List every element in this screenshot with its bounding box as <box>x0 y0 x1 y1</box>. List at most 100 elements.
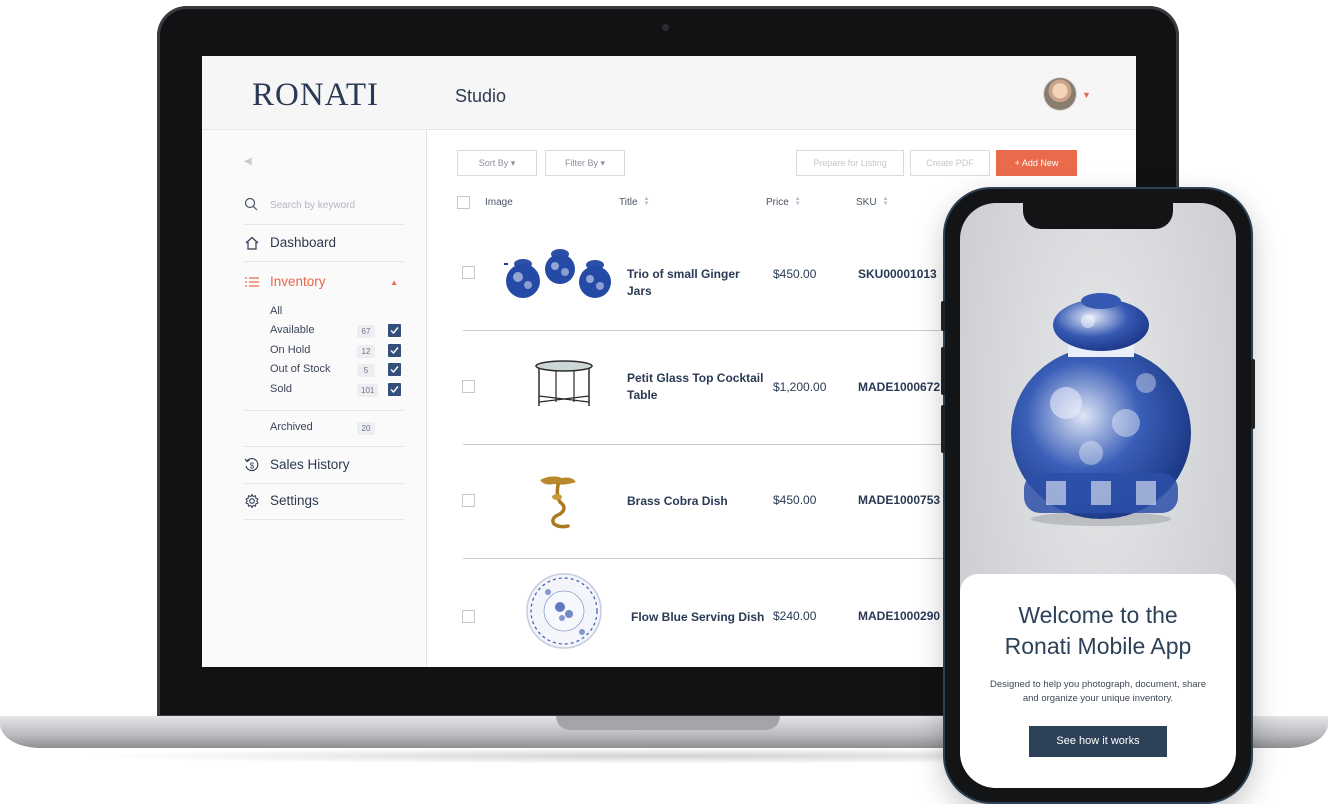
welcome-title-line2: Ronati Mobile App <box>1004 633 1192 659</box>
gear-icon <box>245 493 259 509</box>
filter-archived[interactable]: Archived 20 <box>270 421 410 439</box>
filter-checkbox[interactable] <box>388 363 401 376</box>
svg-text:$: $ <box>250 462 255 471</box>
sort-by-label: Sort By <box>478 158 509 168</box>
filter-by-button[interactable]: Filter By ▾ <box>545 150 625 176</box>
row-checkbox[interactable] <box>462 610 475 623</box>
column-price-label: Price <box>766 197 789 208</box>
item-price: $450.00 <box>773 267 817 281</box>
checkmark-icon <box>390 386 399 394</box>
add-new-button[interactable]: + Add New <box>996 150 1077 176</box>
item-sku: SKU00001013 <box>858 267 937 281</box>
sidebar-item-label: Sales History <box>270 457 350 472</box>
search-icon <box>244 197 258 211</box>
row-checkbox[interactable] <box>462 494 475 507</box>
filter-on-hold[interactable]: On Hold 12 <box>270 344 410 362</box>
see-how-it-works-button[interactable]: See how it works <box>1029 726 1167 757</box>
row-checkbox[interactable] <box>462 380 475 393</box>
ginger-jars-image <box>504 249 611 298</box>
list-toolbar: Sort By ▾ Filter By ▾ Prepare for Listin… <box>457 150 1077 176</box>
filter-all[interactable]: All <box>270 305 410 323</box>
column-image: Image <box>485 197 513 208</box>
item-title[interactable]: Brass Cobra Dish <box>627 493 767 510</box>
app-header: RONATI Studio ▼ <box>202 56 1136 130</box>
item-price: $450.00 <box>773 493 817 507</box>
divider <box>244 446 404 447</box>
sidebar-item-settings[interactable]: Settings <box>244 484 404 520</box>
item-sku: MADE1000290 <box>858 609 941 623</box>
prepare-listing-button[interactable]: Prepare for Listing <box>796 150 904 176</box>
column-sku-label: SKU <box>856 197 877 208</box>
count-badge: 12 <box>357 345 375 358</box>
checkmark-icon <box>390 347 399 355</box>
item-title[interactable]: Trio of small Ginger Jars <box>627 266 767 300</box>
filter-label: Sold <box>270 383 293 395</box>
item-price: $1,200.00 <box>773 380 827 394</box>
filter-label: Out of Stock <box>270 363 331 375</box>
home-icon <box>245 236 259 250</box>
sort-icon: ▲ ▼ <box>643 196 650 208</box>
page-title: Studio <box>455 86 507 106</box>
cocktail-table-image <box>535 360 593 406</box>
sidebar-search <box>244 195 404 225</box>
phone-side-button <box>941 405 945 453</box>
sort-icon: ▲ ▼ <box>882 196 889 208</box>
welcome-subtitle: Designed to help you photograph, documen… <box>989 679 1206 704</box>
sidebar-item-inventory[interactable]: Inventory ▲ <box>244 265 404 301</box>
ronati-logo[interactable]: RONATI <box>252 77 379 114</box>
caret-down-icon: ▾ <box>510 158 516 168</box>
caret-down-icon[interactable]: ▼ <box>1082 90 1091 100</box>
cobra-dish-image <box>540 476 576 529</box>
row-checkbox[interactable] <box>462 266 475 279</box>
chevron-up-icon[interactable]: ▲ <box>390 278 398 287</box>
filter-label: Available <box>270 324 315 336</box>
column-title-label: Title <box>619 197 638 208</box>
serving-dish-image <box>526 573 602 649</box>
count-badge: 20 <box>357 422 375 435</box>
select-all-checkbox[interactable] <box>457 196 470 209</box>
welcome-title-line1: Welcome to the <box>1018 602 1178 628</box>
checkmark-icon <box>390 327 399 335</box>
ginger-jar-image <box>1011 293 1191 526</box>
column-title[interactable]: Title ▲ ▼ <box>619 196 650 208</box>
filter-checkbox[interactable] <box>388 383 401 396</box>
filter-available[interactable]: Available 67 <box>270 324 410 342</box>
phone-frame: Welcome to the Ronati Mobile App Designe… <box>941 189 1255 802</box>
item-title[interactable]: Petit Glass Top Cocktail Table <box>627 370 767 404</box>
laptop-notch <box>556 716 780 730</box>
sidebar: ◀ Dashboard Inventory ▲ <box>202 130 427 667</box>
sidebar-item-sales-history[interactable]: $ Sales History <box>244 448 404 484</box>
column-sku[interactable]: SKU ▲ ▼ <box>856 196 889 208</box>
filter-checkbox[interactable] <box>388 344 401 357</box>
count-badge: 67 <box>357 325 375 338</box>
list-icon <box>245 277 259 287</box>
phone-notch <box>1023 203 1173 229</box>
filter-out-of-stock[interactable]: Out of Stock 5 <box>270 363 410 381</box>
filter-checkbox[interactable] <box>388 324 401 337</box>
column-price[interactable]: Price ▲ ▼ <box>766 196 801 208</box>
collapse-sidebar-icon[interactable]: ◀ <box>244 156 252 167</box>
item-title[interactable]: Flow Blue Serving Dish <box>631 609 771 626</box>
create-pdf-button[interactable]: Create PDF <box>910 150 990 176</box>
welcome-card: Welcome to the Ronati Mobile App Designe… <box>960 574 1236 788</box>
filter-sold[interactable]: Sold 101 <box>270 383 410 401</box>
item-sku: MADE1000672 <box>858 380 941 394</box>
count-badge: 101 <box>357 384 379 397</box>
filter-label: On Hold <box>270 344 311 356</box>
phone-screen: Welcome to the Ronati Mobile App Designe… <box>960 203 1236 788</box>
welcome-title: Welcome to the Ronati Mobile App <box>960 600 1236 662</box>
divider <box>244 410 404 411</box>
search-input[interactable] <box>270 196 400 214</box>
phone-side-button <box>1251 359 1255 429</box>
count-badge: 5 <box>357 364 375 377</box>
sidebar-item-label: Dashboard <box>270 235 337 250</box>
sidebar-item-dashboard[interactable]: Dashboard <box>244 226 404 262</box>
phone-side-button <box>941 347 945 395</box>
dollar-history-icon: $ <box>244 458 259 472</box>
sort-icon: ▲ ▼ <box>794 196 801 208</box>
caret-down-icon: ▾ <box>600 158 606 168</box>
sidebar-item-label: Inventory <box>270 274 326 289</box>
sort-by-button[interactable]: Sort By ▾ <box>457 150 537 176</box>
user-avatar[interactable] <box>1044 78 1076 110</box>
item-sku: MADE1000753 <box>858 493 941 507</box>
